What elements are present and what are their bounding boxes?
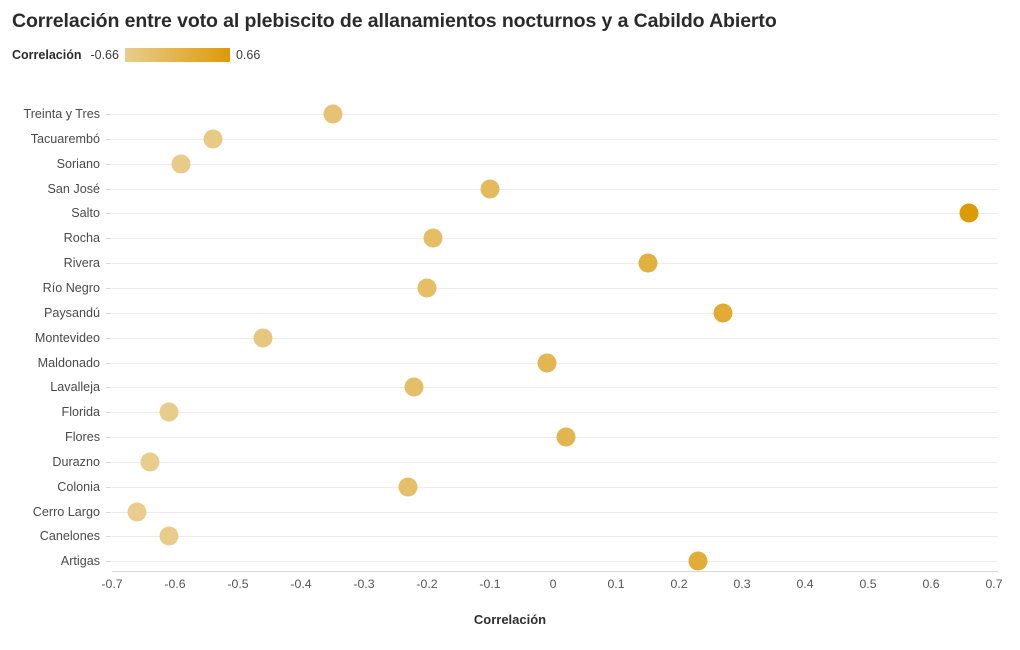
y-axis-label-paysandú: Paysandú [43,305,100,320]
y-axis-label-florida: Florida [61,405,101,420]
y-axis-label-lavalleja: Lavalleja [50,380,100,395]
y-axis-tick [106,511,111,513]
data-point-florida[interactable] [159,402,179,422]
y-axis-tick [106,337,111,339]
y-axis-tick [106,213,111,215]
data-point-rocha[interactable] [423,228,443,248]
y-axis-tick [106,287,111,289]
y-axis-label-san-josé: San José [47,181,100,196]
data-point-salto[interactable] [959,203,979,223]
y-axis-label-rivera: Rivera [63,256,100,271]
y-axis-label-durazno: Durazno [52,454,100,469]
y-axis-label-flores: Flores [65,430,100,445]
data-point-durazno[interactable] [140,452,160,472]
x-axis-tick-label: -0.6 [164,577,186,591]
gridline [112,412,998,414]
y-axis-tick [106,188,111,190]
y-axis-tick [106,437,111,439]
x-axis-title: Correlación [473,612,547,627]
y-axis-tick [106,486,111,488]
gridline [112,387,998,389]
gridline [112,437,998,439]
x-axis-tick-label: 0.2 [670,577,688,591]
y-axis-tick [106,312,111,314]
data-point-colonia[interactable] [398,477,418,497]
data-point-lavalleja[interactable] [404,377,424,397]
y-axis-label-artigas: Artigas [60,554,100,569]
y-axis-tick [106,561,111,563]
y-axis-tick [106,536,111,538]
y-axis-label-canelones: Canelones [39,529,100,544]
data-point-maldonado[interactable] [537,353,557,372]
x-axis-tick-label: -0.4 [290,577,312,591]
gridline [112,213,998,215]
data-point-canelones[interactable] [159,526,179,546]
gridline [112,312,998,314]
gridline [112,511,998,513]
gridline [112,461,998,463]
x-axis-tick-label: 0.6 [922,577,940,591]
y-axis-tick [106,412,111,414]
y-axis-label-maldonado: Maldonado [37,355,100,370]
x-axis-tick-label: 0.7 [985,577,1003,591]
data-point-río-negro[interactable] [417,278,437,298]
y-axis-tick [106,114,111,115]
gridline [112,188,998,190]
y-axis-tick [106,461,111,463]
y-axis-tick [106,138,111,140]
x-axis-tick-label: 0.4 [796,577,814,591]
data-point-san-josé[interactable] [480,179,500,199]
gridline [112,536,998,538]
gridline [112,263,998,265]
y-axis-label-río-negro: Río Negro [42,280,100,295]
y-axis-label-salto: Salto [71,206,100,221]
data-point-flores[interactable] [556,427,576,447]
data-point-artigas[interactable] [688,551,708,571]
y-axis-tick [106,263,111,265]
y-axis-label-cerro-largo: Cerro Largo [32,504,100,519]
x-axis-tick-label: -0.5 [227,577,249,591]
y-axis-tick [106,362,111,364]
gridline [112,238,998,240]
x-axis-tick-label: 0.3 [733,577,751,591]
x-axis-tick-label: 0.5 [859,577,877,591]
x-axis-tick-label: 0.1 [607,577,625,591]
data-point-paysandú[interactable] [713,303,733,323]
y-axis-tick [106,163,111,165]
y-axis-label-rocha: Rocha [63,231,100,246]
gridline [112,337,998,339]
gridline [112,114,998,115]
data-point-montevideo[interactable] [253,328,273,348]
x-axis-tick-label: -0.2 [416,577,438,591]
data-point-treinta-y-tres[interactable] [323,104,342,124]
x-axis-tick-label: 0 [549,577,557,591]
y-axis-tick [106,387,111,389]
gridline [112,287,998,289]
scatter-plot: Treinta y Tres Tacuarembó Soriano San José S… [0,0,1020,650]
y-axis-label-montevideo: Montevideo [34,330,100,345]
data-point-soriano[interactable] [171,154,191,174]
data-point-tacuarembó[interactable] [203,129,223,149]
x-axis-tick-label: -0.3 [353,577,375,591]
y-axis-label-tacuarembó: Tacuarembó [30,131,100,146]
gridline [112,486,998,488]
gridline [112,561,998,563]
x-axis-tick-label: -0.7 [101,577,123,591]
gridline [112,138,998,140]
y-axis-label-soriano: Soriano [56,156,100,171]
y-axis-label-treinta-y-tres: Treinta y Tres [23,107,100,121]
x-axis-tick-label: -0.1 [479,577,501,591]
gridline [112,163,998,165]
y-axis-label-colonia: Colonia [57,479,100,494]
y-axis-tick [106,238,111,240]
x-axis-line [112,571,998,572]
data-point-rivera[interactable] [638,253,657,273]
data-point-cerro-largo[interactable] [127,502,147,522]
